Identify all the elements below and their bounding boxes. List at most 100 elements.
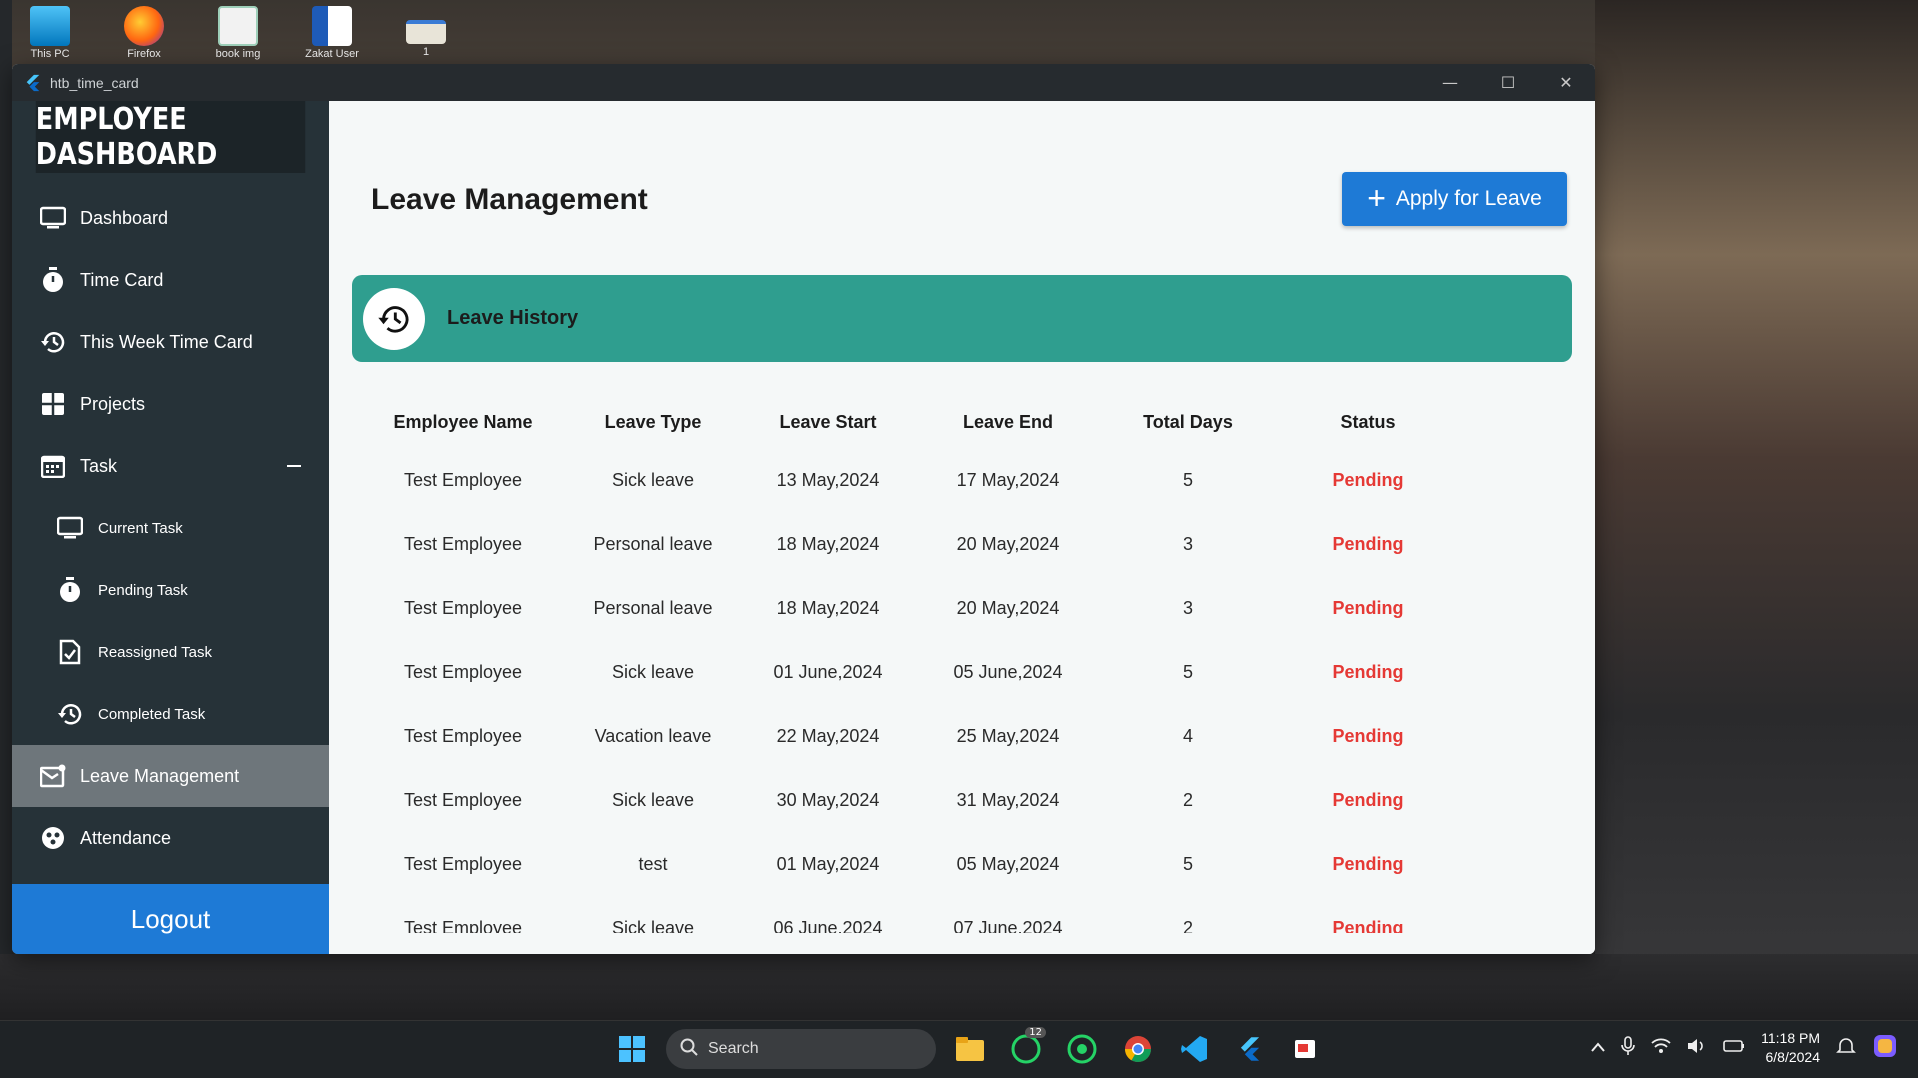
sidebar-item-leave-management[interactable]: Leave Management bbox=[12, 745, 329, 807]
leave-table-container[interactable]: Employee Name Leave Type Leave Start Lea… bbox=[358, 386, 1566, 933]
vscode-icon[interactable] bbox=[1172, 1027, 1216, 1071]
leave-history-header: Leave History bbox=[352, 275, 1572, 362]
cell-leave-start: 30 May,2024 bbox=[776, 789, 880, 810]
cell-employee-name: Test Employee bbox=[403, 725, 523, 746]
flutter-taskbar-icon[interactable] bbox=[1228, 1027, 1272, 1071]
start-button[interactable] bbox=[610, 1027, 654, 1071]
taskbar: Search 12 11:18 PM 6/8/2024 bbox=[0, 1020, 1918, 1078]
sidebar-item-label: Leave Management bbox=[80, 765, 240, 786]
sidebar-item-projects[interactable]: Projects bbox=[12, 373, 329, 435]
clock[interactable]: 11:18 PM 6/8/2024 bbox=[1761, 1029, 1820, 1067]
cell-employee-name: Test Employee bbox=[403, 917, 523, 934]
whatsapp-icon[interactable] bbox=[1060, 1027, 1104, 1071]
desktop-icon-book-img[interactable]: book img bbox=[208, 6, 268, 62]
cell-status: Pending bbox=[1332, 917, 1404, 934]
snipping-tool-icon[interactable] bbox=[1284, 1027, 1328, 1071]
sidebar-item-attendance[interactable]: Attendance bbox=[12, 807, 329, 869]
cell-leave-end: 05 June,2024 bbox=[953, 661, 1063, 682]
cell-total-days: 2 bbox=[1182, 917, 1193, 934]
column-header-total-days: Total Days bbox=[1143, 411, 1233, 432]
cell-total-days: 3 bbox=[1182, 533, 1193, 554]
collapse-icon[interactable] bbox=[287, 465, 301, 467]
desktop-icon-this-pc[interactable]: This PC bbox=[20, 6, 80, 62]
leave-history-label: Leave History bbox=[447, 307, 579, 329]
close-button[interactable]: ✕ bbox=[1537, 64, 1595, 101]
cell-total-days: 5 bbox=[1182, 469, 1193, 490]
table-row[interactable]: Test Employee Sick leave 06 June,2024 07… bbox=[358, 896, 1566, 934]
sidebar-item-label: Time Card bbox=[80, 269, 164, 290]
minimize-button[interactable]: — bbox=[1421, 64, 1479, 101]
sidebar-item-completed-task[interactable]: Completed Task bbox=[12, 683, 329, 745]
cell-employee-name: Test Employee bbox=[403, 469, 523, 490]
battery-icon[interactable] bbox=[1723, 1039, 1745, 1057]
table-row[interactable]: Test Employee Sick leave 30 May,2024 31 … bbox=[358, 768, 1566, 832]
sidebar: EMPLOYEE DASHBOARD Dashboard Time Card T… bbox=[12, 101, 329, 954]
desktop-icon-zakat-user[interactable]: Zakat User bbox=[302, 6, 362, 62]
table-row[interactable]: Test Employee Sick leave 01 June,2024 05… bbox=[358, 640, 1566, 704]
column-header-leave-type: Leave Type bbox=[604, 411, 702, 432]
column-header-status: Status bbox=[1340, 411, 1396, 432]
column-spacer bbox=[1458, 386, 1566, 448]
title-bar[interactable]: htb_time_card — ☐ ✕ bbox=[12, 64, 1595, 101]
cell-total-days: 3 bbox=[1182, 597, 1193, 618]
sidebar-item-label: This Week Time Card bbox=[80, 331, 253, 352]
history-icon bbox=[363, 287, 425, 350]
table-row[interactable]: Test Employee Personal leave 18 May,2024… bbox=[358, 512, 1566, 576]
sidebar-item-label: Pending Task bbox=[98, 581, 188, 599]
cell-employee-name: Test Employee bbox=[403, 661, 523, 682]
notification-badge: 12 bbox=[1025, 1027, 1046, 1038]
table-row[interactable]: Test Employee Personal leave 18 May,2024… bbox=[358, 576, 1566, 640]
whatsapp-business-icon[interactable]: 12 bbox=[1004, 1027, 1048, 1071]
cell-leave-type: Vacation leave bbox=[594, 725, 712, 746]
copilot-icon[interactable] bbox=[1872, 1033, 1898, 1063]
sidebar-item-label: Dashboard bbox=[80, 207, 169, 228]
sidebar-item-this-week-time-card[interactable]: This Week Time Card bbox=[12, 311, 329, 373]
desktop-background-bottom bbox=[0, 954, 1918, 1020]
cell-leave-end: 05 May,2024 bbox=[956, 853, 1060, 874]
cell-leave-type: Personal leave bbox=[593, 597, 713, 618]
sidebar-item-current-task[interactable]: Current Task bbox=[12, 497, 329, 559]
volume-icon[interactable] bbox=[1687, 1038, 1707, 1058]
taskbar-apps: Search 12 bbox=[610, 1027, 1328, 1071]
apply-for-leave-label: Apply for Leave bbox=[1395, 187, 1542, 210]
notification-bell-icon[interactable] bbox=[1836, 1036, 1856, 1060]
table-row[interactable]: Test Employee Vacation leave 22 May,2024… bbox=[358, 704, 1566, 768]
cell-leave-type: Sick leave bbox=[611, 469, 695, 490]
desktop-icon-folder-1[interactable]: 1 bbox=[396, 6, 456, 62]
file-explorer-icon[interactable] bbox=[948, 1027, 992, 1071]
firefox-icon bbox=[124, 6, 164, 46]
sidebar-item-dashboard[interactable]: Dashboard bbox=[12, 187, 329, 249]
chevron-up-icon[interactable] bbox=[1591, 1040, 1605, 1056]
desktop-icon-firefox[interactable]: Firefox bbox=[114, 6, 174, 62]
chrome-icon[interactable] bbox=[1116, 1027, 1160, 1071]
maximize-button[interactable]: ☐ bbox=[1479, 64, 1537, 101]
cell-status: Pending bbox=[1332, 725, 1404, 746]
cell-leave-start: 06 June,2024 bbox=[773, 917, 883, 934]
taskbar-search[interactable]: Search bbox=[666, 1029, 936, 1069]
cell-leave-end: 20 May,2024 bbox=[956, 533, 1060, 554]
cell-status: Pending bbox=[1332, 789, 1404, 810]
sidebar-item-reassigned-task[interactable]: Reassigned Task bbox=[12, 621, 329, 683]
sidebar-item-label: Task bbox=[80, 455, 118, 476]
sidebar-item-label: Reassigned Task bbox=[98, 643, 212, 661]
wifi-icon[interactable] bbox=[1651, 1038, 1671, 1058]
cell-employee-name: Test Employee bbox=[403, 533, 523, 554]
table-row[interactable]: Test Employee Sick leave 13 May,2024 17 … bbox=[358, 448, 1566, 512]
sidebar-item-label: Completed Task bbox=[98, 705, 206, 723]
cell-status: Pending bbox=[1332, 661, 1404, 682]
microphone-icon[interactable] bbox=[1621, 1036, 1635, 1060]
sidebar-item-label: Projects bbox=[80, 393, 146, 414]
cell-leave-start: 18 May,2024 bbox=[776, 597, 880, 618]
table-row[interactable]: Test Employee test 01 May,2024 05 May,20… bbox=[358, 832, 1566, 896]
logout-button[interactable]: Logout bbox=[12, 884, 329, 954]
sidebar-item-pending-task[interactable]: Pending Task bbox=[12, 559, 329, 621]
sidebar-item-time-card[interactable]: Time Card bbox=[12, 249, 329, 311]
apply-for-leave-button[interactable]: + Apply for Leave bbox=[1342, 172, 1567, 226]
cell-leave-end: 20 May,2024 bbox=[956, 597, 1060, 618]
clock-time: 11:18 PM bbox=[1761, 1030, 1820, 1046]
sidebar-nav: Dashboard Time Card This Week Time Card … bbox=[12, 173, 329, 869]
window-title: htb_time_card bbox=[50, 74, 139, 91]
cell-status: Pending bbox=[1332, 533, 1404, 554]
sidebar-item-task[interactable]: Task bbox=[12, 435, 329, 497]
stopwatch-icon bbox=[40, 267, 66, 293]
